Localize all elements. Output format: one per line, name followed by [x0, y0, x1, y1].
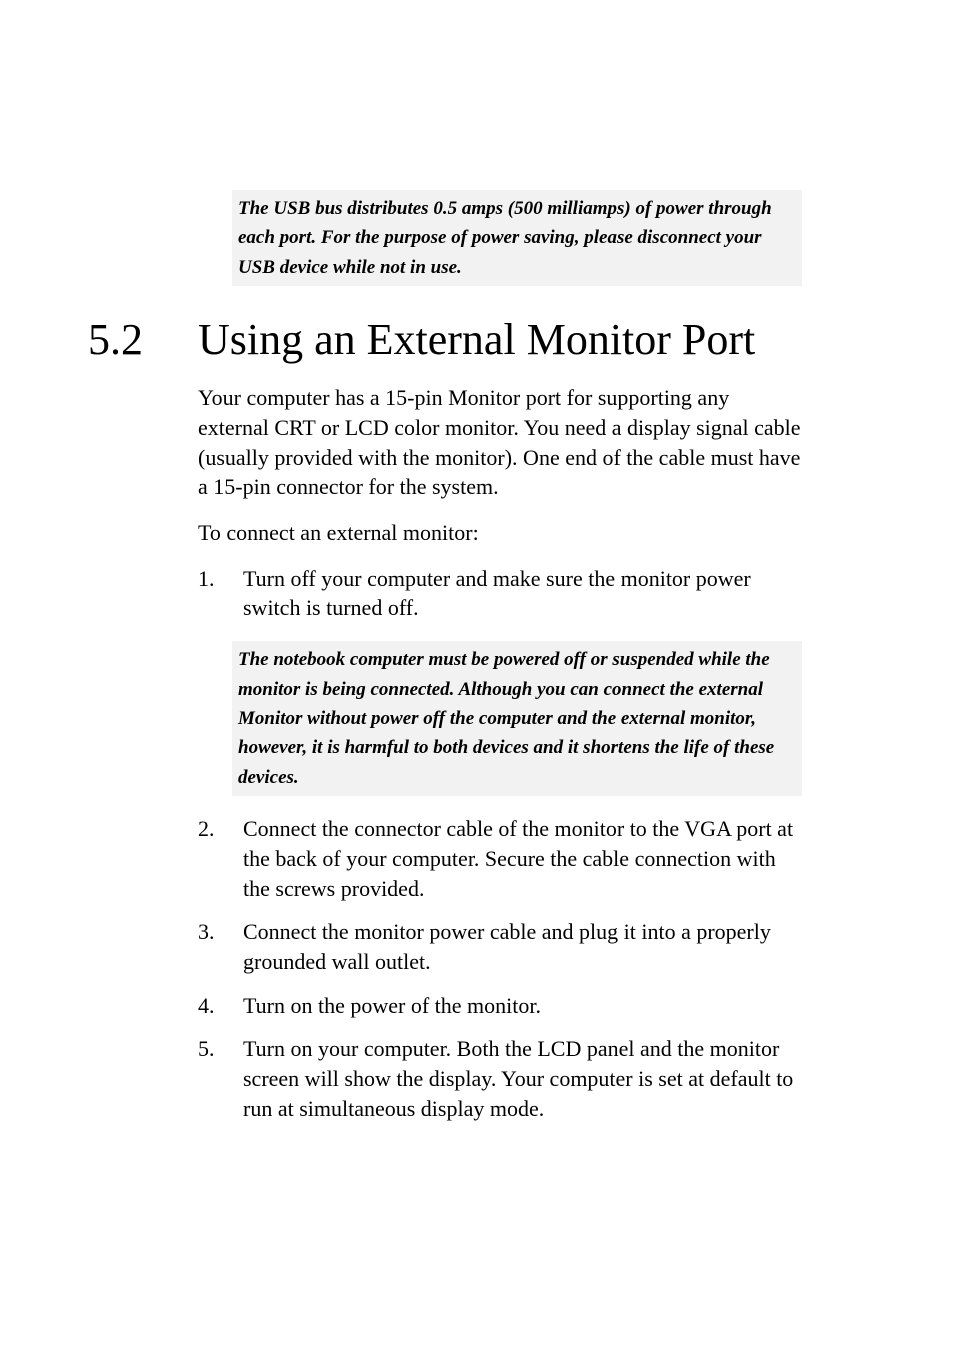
intro-paragraph-1: Your computer has a 15-pin Monitor port …: [198, 383, 802, 502]
usb-power-callout: The USB bus distributes 0.5 amps (500 mi…: [232, 190, 802, 286]
list-item: 2. Connect the connector cable of the mo…: [198, 814, 802, 903]
step-text: Turn off your computer and make sure the…: [243, 564, 802, 623]
callout-text: The notebook computer must be powered of…: [238, 649, 774, 788]
list-item: 4. Turn on the power of the monitor.: [198, 991, 802, 1021]
step-text: Turn on the power of the monitor.: [243, 991, 802, 1021]
power-off-callout: The notebook computer must be powered of…: [232, 641, 802, 796]
step-number: 4.: [198, 991, 243, 1021]
section-heading: 5.2 Using an External Monitor Port: [0, 314, 954, 365]
steps-list-1: 1. Turn off your computer and make sure …: [198, 564, 802, 623]
section-title: Using an External Monitor Port: [198, 314, 755, 365]
intro-block: Your computer has a 15-pin Monitor port …: [198, 383, 802, 547]
steps-list-2: 2. Connect the connector cable of the mo…: [198, 814, 802, 1123]
step-text: Connect the monitor power cable and plug…: [243, 917, 802, 976]
list-item: 3. Connect the monitor power cable and p…: [198, 917, 802, 976]
section-number: 5.2: [88, 314, 198, 365]
step-number: 1.: [198, 564, 243, 623]
step-number: 3.: [198, 917, 243, 976]
list-item: 1. Turn off your computer and make sure …: [198, 564, 802, 623]
callout-text: The USB bus distributes 0.5 amps (500 mi…: [238, 198, 772, 278]
page: The USB bus distributes 0.5 amps (500 mi…: [0, 0, 954, 1355]
step-number: 2.: [198, 814, 243, 903]
intro-paragraph-2: To connect an external monitor:: [198, 518, 802, 548]
step-text: Connect the connector cable of the monit…: [243, 814, 802, 903]
list-item: 5. Turn on your computer. Both the LCD p…: [198, 1034, 802, 1123]
step-text: Turn on your computer. Both the LCD pane…: [243, 1034, 802, 1123]
step-number: 5.: [198, 1034, 243, 1123]
